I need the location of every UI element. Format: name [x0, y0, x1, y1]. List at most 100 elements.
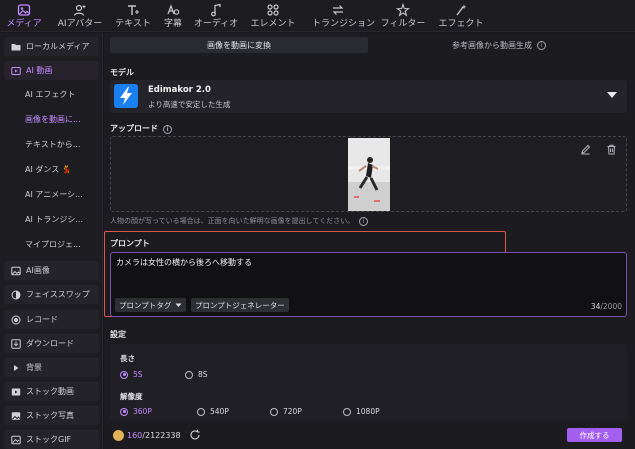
- sidebar-item-image-to-video[interactable]: 画像を動画に...: [4, 110, 99, 129]
- sidebar-item-label: ストック動画: [26, 387, 74, 396]
- model-description: より高速で安定した生成: [148, 100, 231, 109]
- face-swap-icon: [11, 290, 21, 299]
- sidebar-item-label: ストック写真: [26, 411, 74, 420]
- upload-title-text: アップロード: [110, 124, 158, 133]
- stock-gif-icon: [11, 435, 21, 444]
- radio-icon: [343, 407, 351, 416]
- toolbar-effect[interactable]: エフェクト: [438, 0, 484, 32]
- prompt-section-title: プロンプト: [110, 239, 150, 248]
- sidebar-item-ai-image[interactable]: AI画像: [4, 261, 99, 280]
- folder-icon: [11, 43, 21, 50]
- caret-down-icon: [175, 303, 182, 307]
- sidebar-item-label: AI エフェクト: [25, 90, 76, 99]
- prompt-input[interactable]: カメラは女性の横から後ろへ移動する プロンプトタグ プロンプトジェネレーター 3…: [110, 252, 627, 317]
- sidebar-item-ai-video[interactable]: AI 動画: [4, 61, 99, 80]
- toolbar-media[interactable]: メディア: [6, 0, 42, 32]
- sidebar-item-background[interactable]: 背景: [4, 358, 99, 377]
- toolbar-audio[interactable]: オーディオ: [194, 0, 238, 32]
- toolbar-transition[interactable]: トランジション: [312, 0, 375, 32]
- toolbar-ai-avatar-label: AIアバター: [57, 19, 103, 29]
- sidebar-item-download[interactable]: ダウンロード: [4, 334, 99, 353]
- toolbar-ai-avatar[interactable]: AIアバター: [58, 0, 102, 32]
- resolution-option-1080p[interactable]: 1080P: [343, 407, 380, 416]
- radio-label: 720P: [283, 407, 302, 416]
- upload-hint: 人物の顔が写っている場合は、正面を向いた鮮明な画像を提出してください。 i: [110, 216, 369, 226]
- radio-selected-icon: [120, 407, 128, 416]
- toolbar-caption[interactable]: 字幕: [157, 0, 189, 32]
- sidebar-item-local-media[interactable]: ローカルメディア: [4, 37, 99, 56]
- edit-icon[interactable]: [580, 144, 591, 155]
- credits-display: 160/2122338: [127, 431, 181, 440]
- sidebar-item-my-projects[interactable]: マイプロジェ...: [4, 235, 99, 254]
- upload-area[interactable]: [110, 136, 627, 212]
- tab-reference-image-video[interactable]: 参考画像から動画生成 i: [372, 37, 626, 53]
- resolution-option-360p[interactable]: 360P: [120, 407, 152, 416]
- sidebar-item-record[interactable]: レコード: [4, 310, 99, 329]
- sidebar-item-ai-dance[interactable]: AI ダンス 💃: [4, 160, 99, 179]
- toolbar-audio-label: オーディオ: [193, 19, 239, 29]
- element-icon: [267, 4, 279, 16]
- sidebar-item-label: ダウンロード: [26, 339, 74, 348]
- toolbar-element[interactable]: エレメント: [250, 0, 296, 32]
- toolbar-transition-label: トランジション: [312, 19, 376, 29]
- stock-photo-icon: [11, 411, 21, 420]
- toolbar-text[interactable]: テキスト: [115, 0, 151, 32]
- transition-icon: [332, 5, 344, 15]
- chevron-down-icon[interactable]: [607, 92, 617, 98]
- uploaded-image-thumbnail: [348, 138, 390, 211]
- resolution-label: 解像度: [120, 392, 143, 401]
- sidebar-item-face-swap[interactable]: フェイススワップ: [4, 285, 99, 304]
- sidebar-item-label: AI画像: [26, 266, 50, 275]
- sidebar-item-label: ローカルメディア: [26, 42, 90, 51]
- prompt-generator-button[interactable]: プロンプトジェネレーター: [191, 298, 289, 312]
- create-button[interactable]: 作成する: [567, 428, 622, 442]
- upload-hint-text: 人物の顔が写っている場合は、正面を向いた鮮明な画像を提出してください。: [110, 217, 355, 225]
- model-name: Edimakor 2.0: [148, 85, 211, 95]
- char-max: /2000: [600, 302, 622, 311]
- coin-icon: [113, 430, 124, 441]
- radio-label: 8S: [198, 370, 208, 379]
- prompt-generator-label: プロンプトジェネレーター: [195, 300, 285, 310]
- sidebar-item-stock-gif[interactable]: ストックGIF: [4, 430, 99, 449]
- sidebar-item-label: マイプロジェ...: [25, 240, 81, 249]
- trash-icon[interactable]: [606, 144, 617, 155]
- caption-icon: [167, 4, 180, 15]
- sidebar-item-text-to-video[interactable]: テキストから...: [4, 135, 99, 154]
- effect-icon: [456, 4, 467, 16]
- radio-label: 540P: [210, 407, 229, 416]
- model-selector[interactable]: Edimakor 2.0 より高速で安定した生成: [110, 80, 627, 113]
- resolution-option-720p[interactable]: 720P: [270, 407, 302, 416]
- info-icon[interactable]: i: [163, 125, 172, 134]
- toolbar-filter-label: フィルター: [380, 19, 426, 29]
- length-option-8s[interactable]: 8S: [185, 370, 208, 379]
- prompt-text: カメラは女性の横から後ろへ移動する: [116, 258, 252, 267]
- ai-image-icon: [11, 266, 21, 275]
- radio-icon: [185, 370, 193, 379]
- main-panel: 画像を動画に変換 参考画像から動画生成 i モデル Edimakor 2.0 より…: [104, 33, 635, 449]
- download-icon: [11, 338, 21, 349]
- credits-total: /2122338: [142, 431, 181, 440]
- tab-image-to-video[interactable]: 画像を動画に変換: [110, 37, 368, 53]
- sidebar-item-ai-effect[interactable]: AI エフェクト: [4, 85, 99, 104]
- refresh-icon[interactable]: [189, 429, 201, 441]
- sidebar-item-label: AI 動画: [26, 66, 53, 75]
- sidebar-item-ai-transition[interactable]: AI トランジシ...: [4, 210, 99, 229]
- sidebar-item-label: AI トランジシ...: [25, 215, 84, 224]
- tab-label: 画像を動画に変換: [207, 40, 271, 50]
- resolution-option-540p[interactable]: 540P: [197, 407, 229, 416]
- info-icon[interactable]: i: [537, 40, 546, 50]
- length-option-5s[interactable]: 5S: [120, 370, 143, 379]
- info-icon[interactable]: i: [359, 217, 369, 226]
- media-icon: [17, 4, 31, 16]
- sidebar-item-stock-video[interactable]: ストック動画: [4, 382, 99, 401]
- radio-label: 5S: [133, 370, 143, 379]
- toolbar-filter[interactable]: フィルター: [381, 0, 425, 32]
- sidebar-item-label: 画像を動画に...: [25, 115, 81, 124]
- sidebar-item-stock-photo[interactable]: ストック写真: [4, 406, 99, 425]
- toolbar-media-label: メディア: [6, 19, 42, 29]
- model-logo-icon: [114, 84, 138, 108]
- length-label: 長さ: [120, 354, 135, 363]
- sidebar-item-label: AI ダンス 💃: [25, 165, 72, 174]
- prompt-tag-button[interactable]: プロンプトタグ: [115, 298, 187, 312]
- sidebar-item-ai-animation[interactable]: AI アニメーシ...: [4, 185, 99, 204]
